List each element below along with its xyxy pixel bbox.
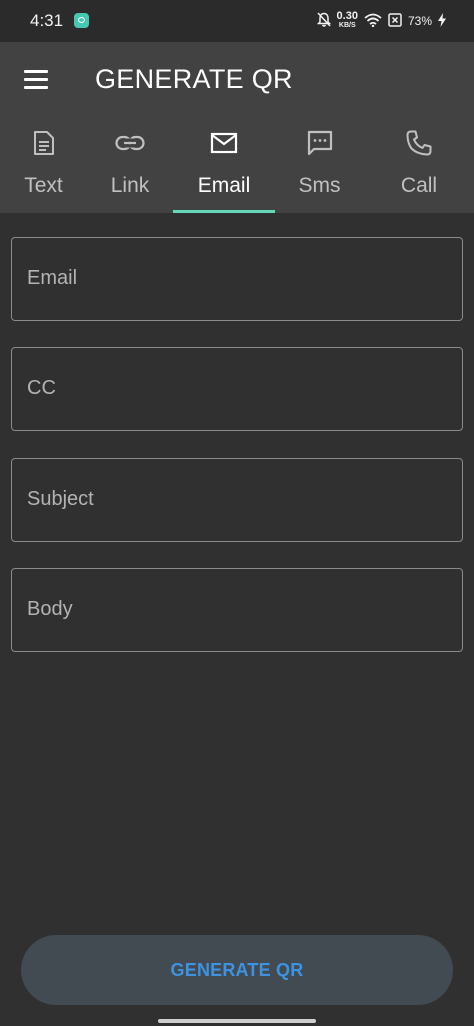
tab-label: Call bbox=[400, 174, 438, 197]
page-title: GENERATE QR bbox=[95, 64, 293, 94]
subject-field[interactable]: Subject bbox=[11, 458, 463, 542]
tab-link[interactable]: Link bbox=[87, 116, 173, 213]
home-indicator[interactable] bbox=[158, 1019, 316, 1023]
wifi-icon bbox=[364, 13, 382, 30]
network-speed-value: 0.30 bbox=[336, 10, 358, 22]
tab-email[interactable]: Email bbox=[173, 116, 275, 213]
sim-x-icon bbox=[388, 12, 402, 30]
menu-icon-line bbox=[24, 86, 48, 89]
status-indicators: 0.30 KB/S 73% bbox=[316, 10, 446, 32]
battery-percent: 73% bbox=[407, 14, 432, 28]
tab-label: Link bbox=[110, 174, 150, 197]
tab-sms[interactable]: Sms bbox=[275, 116, 364, 213]
generate-qr-button-label: GENERATE QR bbox=[170, 959, 304, 980]
network-speed-unit: KB/S bbox=[338, 22, 356, 29]
cc-field[interactable]: CC bbox=[11, 347, 463, 431]
status-time: 4:31 bbox=[30, 11, 64, 30]
tab-label: Sms bbox=[298, 174, 341, 197]
tab-call[interactable]: Call bbox=[364, 116, 474, 213]
email-field-placeholder: Email bbox=[27, 267, 78, 289]
menu-icon-line bbox=[24, 70, 48, 73]
chat-notification-icon bbox=[74, 13, 89, 28]
link-icon bbox=[115, 128, 145, 158]
cc-field-placeholder: CC bbox=[27, 377, 56, 399]
charging-bolt-icon bbox=[438, 12, 446, 30]
status-bar: 4:31 0.30 KB/S 73% bbox=[0, 0, 474, 42]
tab-label: Email bbox=[197, 174, 251, 197]
generate-qr-button[interactable]: GENERATE QR bbox=[21, 935, 453, 1005]
screen: 4:31 0.30 KB/S 73% GENERATE QR Text Link… bbox=[0, 0, 474, 1026]
email-field[interactable]: Email bbox=[11, 237, 463, 321]
app-bar: GENERATE QR Text Link Email Sms Call bbox=[0, 42, 474, 213]
tab-label: Text bbox=[24, 174, 63, 197]
menu-icon-line bbox=[24, 78, 48, 81]
body-field[interactable]: Body bbox=[11, 568, 463, 652]
subject-field-placeholder: Subject bbox=[27, 488, 94, 510]
network-speed: 0.30 KB/S bbox=[336, 10, 358, 30]
message-icon bbox=[305, 128, 335, 158]
tab-text[interactable]: Text bbox=[0, 116, 87, 213]
mail-icon bbox=[209, 128, 239, 158]
phone-icon bbox=[404, 128, 434, 158]
body-field-placeholder: Body bbox=[27, 598, 73, 620]
tab-indicator bbox=[173, 210, 275, 213]
document-icon bbox=[29, 128, 59, 158]
tab-bar: Text Link Email Sms Call bbox=[0, 116, 474, 213]
bell-off-icon bbox=[316, 11, 331, 31]
menu-button[interactable] bbox=[22, 68, 52, 92]
